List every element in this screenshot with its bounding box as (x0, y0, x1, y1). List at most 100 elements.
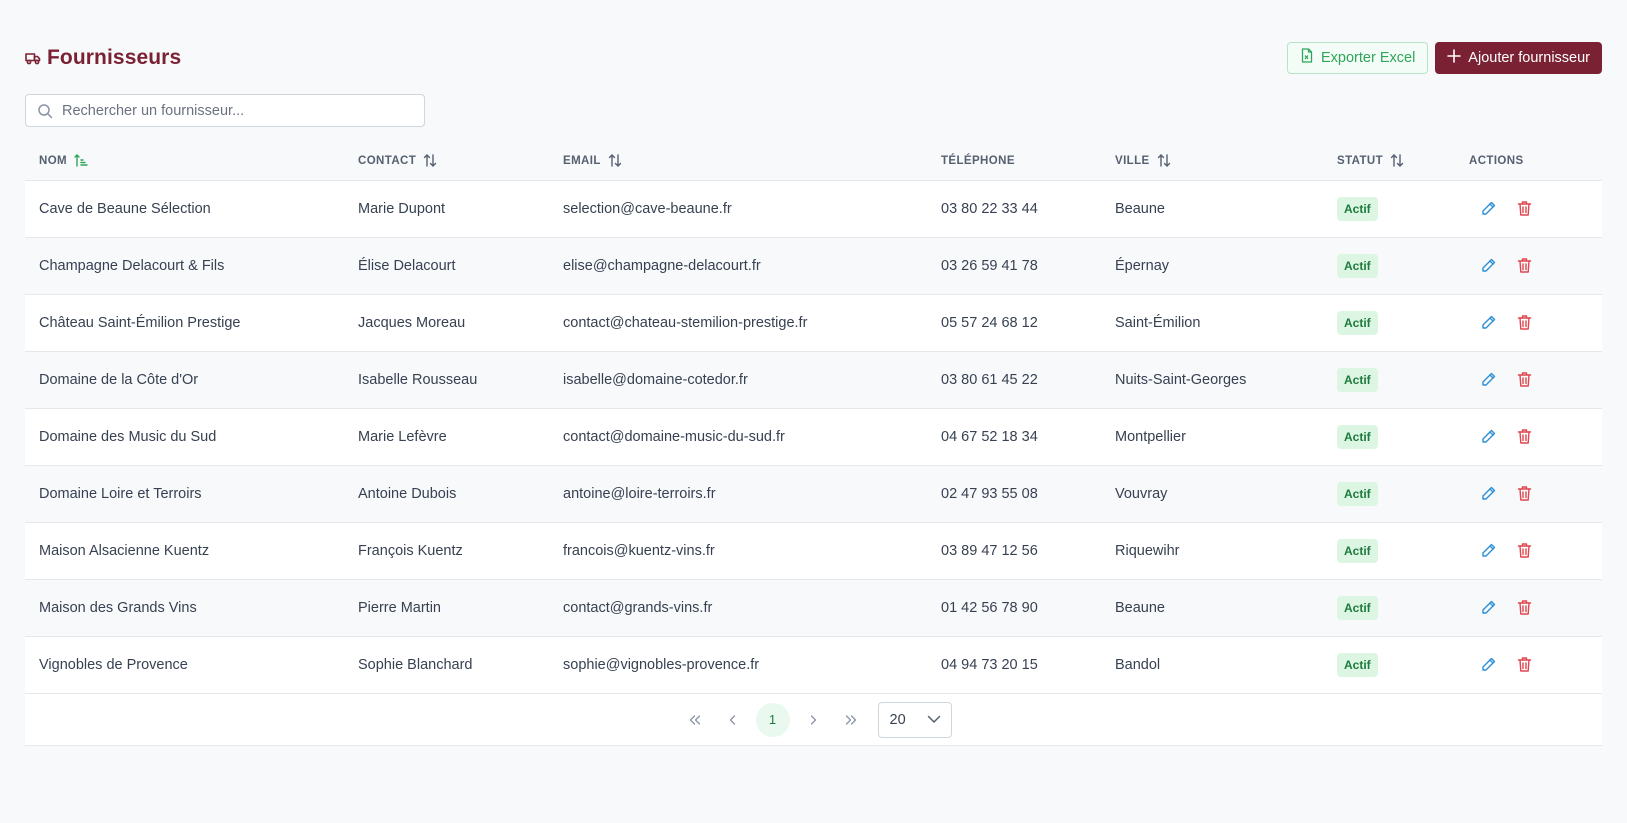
cell-telephone: 04 67 52 18 34 (927, 408, 1101, 466)
title-wrap: Fournisseurs (25, 46, 181, 70)
plus-icon (1447, 48, 1462, 67)
pencil-icon (1480, 485, 1497, 502)
last-page-button[interactable] (832, 703, 870, 737)
status-badge: Actif (1337, 424, 1378, 449)
cell-telephone: 03 89 47 12 56 (927, 522, 1101, 580)
delete-button[interactable] (1517, 257, 1532, 274)
cell-email: antoine@loire-terroirs.fr (549, 465, 927, 523)
first-page-button[interactable] (676, 703, 714, 737)
search-input[interactable] (62, 102, 402, 119)
status-badge: Actif (1337, 367, 1378, 392)
table-row[interactable]: Cave de Beaune Sélection Marie Dupont sele… (25, 180, 1602, 238)
suppliers-table: Nom Contact (25, 142, 1602, 694)
cell-actions (1455, 522, 1602, 580)
cell-email: sophie@vignobles-provence.fr (549, 636, 927, 694)
column-header-label: Nom (39, 154, 68, 167)
cell-statut: Actif (1323, 351, 1455, 409)
table-row[interactable]: Château Saint-Émilion Prestige Jacques Mo… (25, 294, 1602, 352)
delete-button[interactable] (1517, 371, 1532, 388)
cell-telephone: 03 80 61 45 22 (927, 351, 1101, 409)
edit-button[interactable] (1480, 599, 1497, 616)
cell-contact: Isabelle Rousseau (344, 351, 549, 409)
cell-contact: Jacques Moreau (344, 294, 549, 352)
cell-nom: Domaine de la Côte d'Or (25, 351, 344, 409)
column-header-ville[interactable]: Ville (1101, 142, 1323, 181)
sort-icon (608, 154, 622, 168)
cell-statut: Actif (1323, 579, 1455, 637)
edit-button[interactable] (1480, 314, 1497, 331)
cell-ville: Riquewihr (1101, 522, 1323, 580)
cell-ville: Nuits-Saint-Georges (1101, 351, 1323, 409)
sort-icon (423, 154, 437, 168)
add-supplier-button[interactable]: Ajouter fournisseur (1435, 41, 1602, 74)
add-supplier-label: Ajouter fournisseur (1468, 49, 1590, 66)
table-row[interactable]: Domaine de la Côte d'Or Isabelle Rousseau… (25, 351, 1602, 409)
page-size-select[interactable]: 20 (877, 701, 952, 738)
pencil-icon (1480, 599, 1497, 616)
trash-icon (1517, 542, 1532, 559)
pagination: 1 20 (25, 694, 1602, 746)
cell-nom: Champagne Delacourt & Fils (25, 237, 344, 295)
pencil-icon (1480, 542, 1497, 559)
delete-button[interactable] (1517, 200, 1532, 217)
column-header-nom[interactable]: Nom (25, 142, 344, 181)
table-row[interactable]: Domaine des Music du Sud Marie Lefèvre con… (25, 408, 1602, 466)
cell-actions (1455, 237, 1602, 295)
delete-button[interactable] (1517, 485, 1532, 502)
delete-button[interactable] (1517, 599, 1532, 616)
double-chevron-right-icon (845, 714, 856, 725)
previous-page-button[interactable] (714, 703, 752, 737)
cell-ville: Bandol (1101, 636, 1323, 694)
trash-icon (1517, 656, 1532, 673)
status-badge: Actif (1337, 310, 1378, 335)
column-header-statut[interactable]: Statut (1323, 142, 1455, 181)
sort-icon (1157, 154, 1171, 168)
cell-actions (1455, 351, 1602, 409)
cell-nom: Cave de Beaune Sélection (25, 180, 344, 238)
edit-button[interactable] (1480, 200, 1497, 217)
column-header-label: Téléphone (941, 154, 1015, 167)
cell-ville: Épernay (1101, 237, 1323, 295)
cell-statut: Actif (1323, 294, 1455, 352)
status-badge: Actif (1337, 595, 1378, 620)
delete-button[interactable] (1517, 542, 1532, 559)
cell-ville: Saint-Émilion (1101, 294, 1323, 352)
cell-telephone: 01 42 56 78 90 (927, 579, 1101, 637)
edit-button[interactable] (1480, 428, 1497, 445)
page-button-current[interactable]: 1 (755, 702, 790, 737)
trash-icon (1517, 257, 1532, 274)
cell-contact: Marie Dupont (344, 180, 549, 238)
chevron-right-icon (810, 714, 816, 725)
edit-button[interactable] (1480, 485, 1497, 502)
truck-icon (25, 51, 41, 65)
table-row[interactable]: Maison des Grands Vins Pierre Martin conta… (25, 579, 1602, 637)
edit-button[interactable] (1480, 371, 1497, 388)
column-header-contact[interactable]: Contact (344, 142, 549, 181)
column-header-telephone: Téléphone (927, 142, 1101, 181)
cell-statut: Actif (1323, 237, 1455, 295)
cell-email: selection@cave-beaune.fr (549, 180, 927, 238)
delete-button[interactable] (1517, 656, 1532, 673)
next-page-button[interactable] (794, 703, 832, 737)
cell-statut: Actif (1323, 408, 1455, 466)
status-badge: Actif (1337, 538, 1378, 563)
search-box (25, 94, 425, 127)
cell-telephone: 05 57 24 68 12 (927, 294, 1101, 352)
delete-button[interactable] (1517, 428, 1532, 445)
table-row[interactable]: Maison Alsacienne Kuentz François Kuentz f… (25, 522, 1602, 580)
table-row[interactable]: Vignobles de Provence Sophie Blanchard sop… (25, 636, 1602, 694)
export-excel-button[interactable]: Exporter Excel (1287, 41, 1429, 74)
cell-ville: Montpellier (1101, 408, 1323, 466)
trash-icon (1517, 599, 1532, 616)
export-excel-label: Exporter Excel (1321, 49, 1416, 66)
column-header-email[interactable]: Email (549, 142, 927, 181)
table-row[interactable]: Domaine Loire et Terroirs Antoine Dubois a… (25, 465, 1602, 523)
column-header-actions: Actions (1455, 142, 1602, 181)
page-header: Fournisseurs Exporter Excel Ajouter four… (25, 41, 1602, 74)
cell-statut: Actif (1323, 180, 1455, 238)
edit-button[interactable] (1480, 542, 1497, 559)
delete-button[interactable] (1517, 314, 1532, 331)
edit-button[interactable] (1480, 656, 1497, 673)
edit-button[interactable] (1480, 257, 1497, 274)
table-row[interactable]: Champagne Delacourt & Fils Élise Delacour… (25, 237, 1602, 295)
